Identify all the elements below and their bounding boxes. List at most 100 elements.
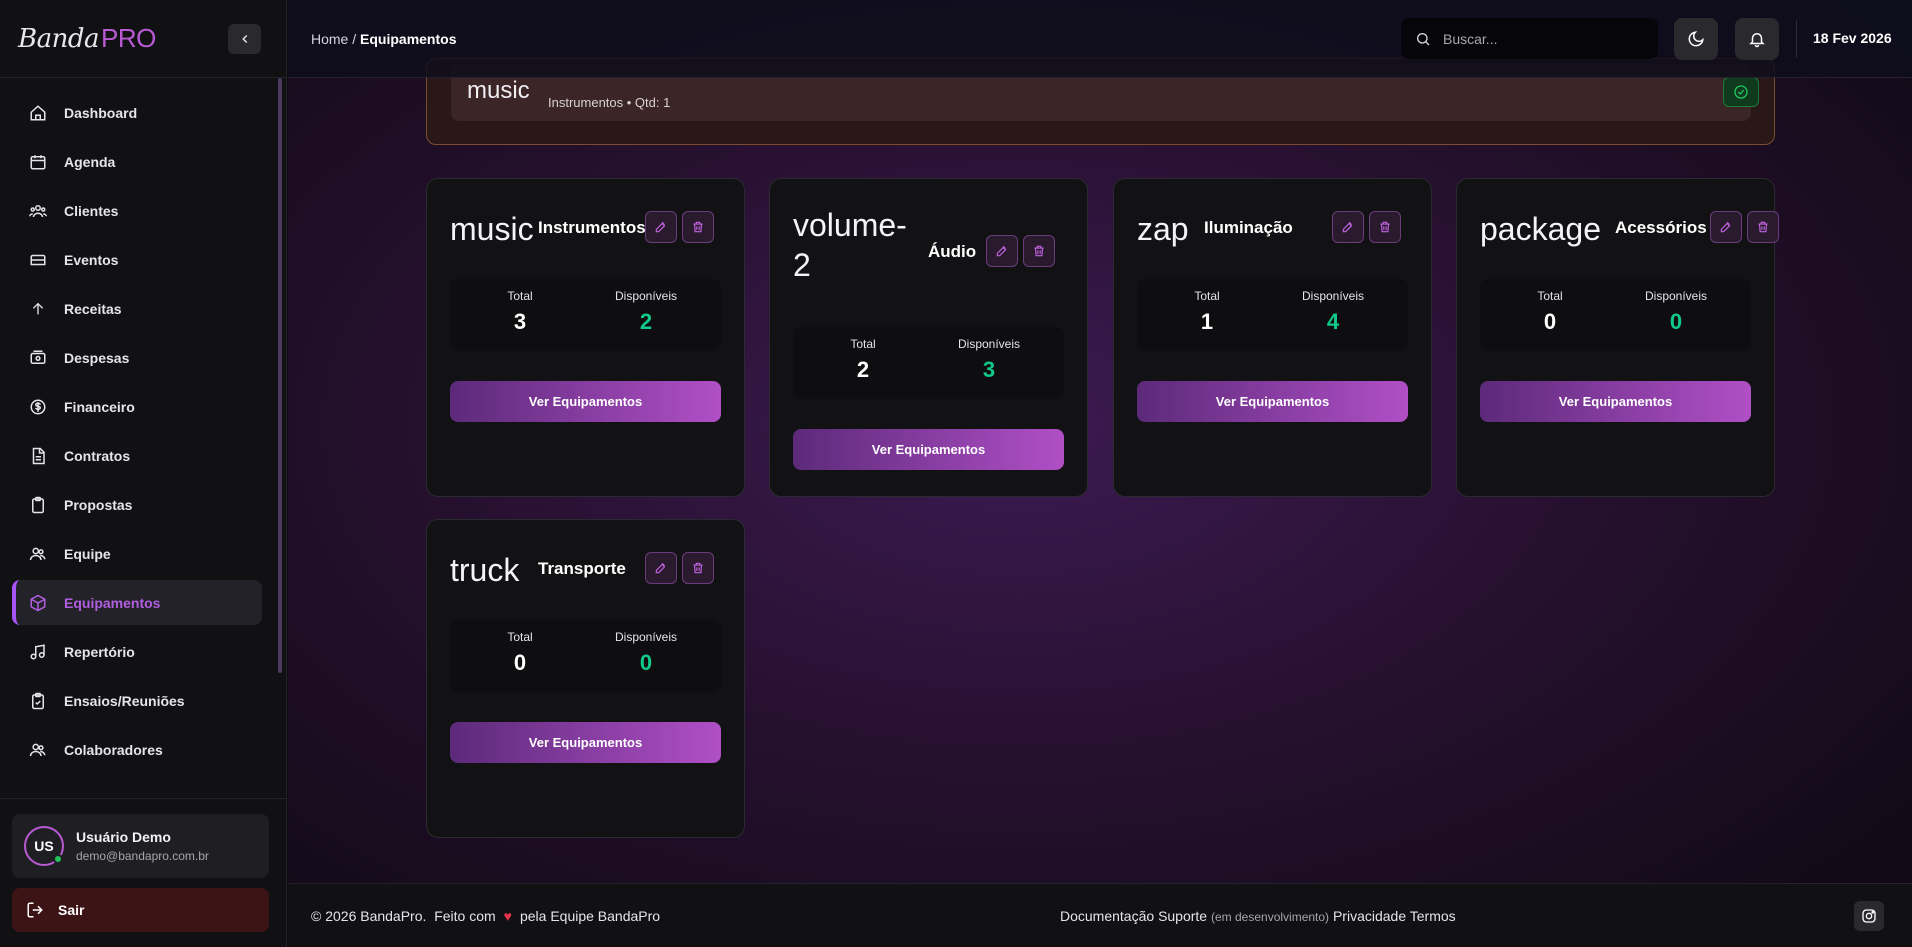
logout-button[interactable]: Sair bbox=[12, 888, 269, 932]
stat-value: 0 bbox=[1669, 309, 1683, 334]
edit-button[interactable] bbox=[645, 211, 677, 243]
support-link[interactable]: Suporte bbox=[1158, 908, 1207, 924]
edit-button[interactable] bbox=[1332, 211, 1364, 243]
sidebar-item-eventos[interactable]: Eventos bbox=[12, 237, 262, 282]
delete-button[interactable] bbox=[682, 552, 714, 584]
stat-value: 0 bbox=[1543, 309, 1557, 334]
sidebar-item-label: Financeiro bbox=[64, 398, 135, 415]
collapse-sidebar-button[interactable] bbox=[228, 23, 261, 54]
trash-icon bbox=[693, 562, 703, 574]
sidebar-item-agenda[interactable]: Agenda bbox=[12, 139, 262, 184]
topbar-divider bbox=[1796, 20, 1797, 58]
stat-value: 2 bbox=[639, 309, 653, 334]
logout-icon bbox=[26, 901, 44, 919]
check-circle-icon bbox=[1734, 85, 1748, 99]
category-card-audio: volume-2 Áudio Total 2 Disponíveis 3 Ver E… bbox=[769, 178, 1088, 497]
view-equipment-button[interactable]: Ver Equipamentos bbox=[1137, 381, 1408, 422]
sidebar-item-receitas[interactable]: Receitas bbox=[12, 286, 262, 331]
stat-value: 3 bbox=[513, 309, 527, 334]
stat-available: Disponíveis 0 bbox=[1616, 289, 1736, 335]
dollar-icon bbox=[28, 397, 48, 417]
sidebar-item-label: Agenda bbox=[64, 153, 116, 170]
notifications-button[interactable] bbox=[1735, 18, 1779, 60]
edit-button[interactable] bbox=[1710, 211, 1742, 243]
stat-total: Total 3 bbox=[460, 289, 580, 335]
clipboard-check-icon bbox=[28, 691, 48, 711]
sidebar-item-colaboradores[interactable]: Colaboradores bbox=[12, 727, 262, 772]
sidebar-item-repertorio[interactable]: Repertório bbox=[12, 629, 262, 674]
avatar: US bbox=[24, 826, 64, 866]
user-name: Usuário Demo bbox=[76, 829, 171, 845]
file-icon bbox=[28, 446, 48, 466]
privacy-link[interactable]: Privacidade bbox=[1333, 908, 1406, 924]
logo-script: Banda bbox=[18, 24, 100, 54]
sidebar-nav: Dashboard Agenda Clientes Eventos Receit… bbox=[0, 78, 286, 798]
stat-label: Total bbox=[507, 630, 533, 644]
arrow-up-icon bbox=[28, 299, 48, 319]
stat-value: 1 bbox=[1200, 309, 1214, 334]
sidebar-item-label: Repertório bbox=[64, 643, 135, 660]
in-development-note: (em desenvolvimento) bbox=[1211, 910, 1330, 924]
view-equipment-button[interactable]: Ver Equipamentos bbox=[1480, 381, 1751, 422]
sidebar-item-dashboard[interactable]: Dashboard bbox=[12, 90, 262, 135]
edit-button[interactable] bbox=[986, 235, 1018, 267]
chevron-left-icon bbox=[241, 34, 247, 43]
instagram-button[interactable] bbox=[1854, 901, 1884, 931]
users-icon bbox=[28, 201, 48, 221]
category-title: Transporte bbox=[538, 559, 626, 578]
sidebar-item-label: Ensaios/Reuniões bbox=[64, 692, 185, 709]
edit-icon bbox=[1720, 221, 1731, 233]
view-equipment-button[interactable]: Ver Equipamentos bbox=[450, 381, 721, 422]
sidebar-item-ensaios[interactable]: Ensaios/Reuniões bbox=[12, 678, 262, 723]
confirm-button[interactable] bbox=[1723, 77, 1759, 107]
trash-icon bbox=[1758, 221, 1768, 233]
sidebar-scrollbar[interactable] bbox=[278, 78, 282, 673]
stat-label: Total bbox=[1194, 289, 1220, 303]
user-card[interactable]: US Usuário Demo demo@bandapro.com.br bbox=[12, 814, 269, 878]
category-card-acessorios: package Acessórios Total 0 Disponíveis 0 V… bbox=[1456, 178, 1779, 497]
sidebar-item-label: Eventos bbox=[64, 251, 119, 268]
topbar: Home / Equipamentos 18 Fev 2026 bbox=[288, 0, 1912, 78]
search-input[interactable] bbox=[1443, 30, 1643, 47]
documentation-link[interactable]: Documentação bbox=[1060, 908, 1154, 924]
delete-button[interactable] bbox=[1023, 235, 1055, 267]
stat-value: 0 bbox=[513, 650, 527, 675]
sidebar-item-clientes[interactable]: Clientes bbox=[12, 188, 262, 233]
logo[interactable]: BandaPRO bbox=[18, 23, 156, 54]
sidebar-item-equipe[interactable]: Equipe bbox=[12, 531, 262, 576]
breadcrumb-home[interactable]: Home bbox=[311, 31, 348, 47]
stat-value: 4 bbox=[1326, 309, 1340, 334]
package-icon: package bbox=[1480, 211, 1601, 247]
terms-link[interactable]: Termos bbox=[1410, 908, 1456, 924]
user-info: Usuário Demo demo@bandapro.com.br bbox=[76, 829, 209, 863]
sidebar-item-despesas[interactable]: Despesas bbox=[12, 335, 262, 380]
delete-button[interactable] bbox=[1747, 211, 1779, 243]
music-icon: music bbox=[467, 77, 530, 104]
view-equipment-button[interactable]: Ver Equipamentos bbox=[793, 429, 1064, 470]
sidebar-item-equipamentos[interactable]: Equipamentos bbox=[12, 580, 262, 625]
view-equipment-button[interactable]: Ver Equipamentos bbox=[450, 722, 721, 763]
online-status-dot bbox=[53, 854, 63, 864]
stat-available: Disponíveis 3 bbox=[929, 337, 1049, 383]
stat-value: 3 bbox=[982, 357, 996, 382]
avatar-initials: US bbox=[34, 838, 54, 854]
theme-toggle-button[interactable] bbox=[1674, 18, 1718, 60]
stat-label: Total bbox=[850, 337, 876, 351]
sidebar-header: BandaPRO bbox=[0, 0, 286, 78]
stat-label: Disponíveis bbox=[1644, 289, 1708, 303]
delete-button[interactable] bbox=[1369, 211, 1401, 243]
zap-icon: zap bbox=[1137, 211, 1189, 247]
edit-icon bbox=[655, 562, 666, 574]
sidebar-item-financeiro[interactable]: Financeiro bbox=[12, 384, 262, 429]
sidebar-item-contratos[interactable]: Contratos bbox=[12, 433, 262, 478]
user-email: demo@bandapro.com.br bbox=[76, 849, 209, 863]
delete-button[interactable] bbox=[682, 211, 714, 243]
heart-icon: ♥ bbox=[503, 908, 512, 924]
category-title: Áudio bbox=[928, 242, 977, 261]
category-card-transporte: truck Transporte Total 0 Disponíveis 0 Ver… bbox=[426, 519, 745, 838]
category-card-instrumentos: music Instrumentos Total 3 Disponíveis 2 V… bbox=[426, 178, 745, 497]
sidebar-item-propostas[interactable]: Propostas bbox=[12, 482, 262, 527]
truck-icon: truck bbox=[450, 552, 520, 588]
edit-button[interactable] bbox=[645, 552, 677, 584]
wallet-icon bbox=[28, 348, 48, 368]
